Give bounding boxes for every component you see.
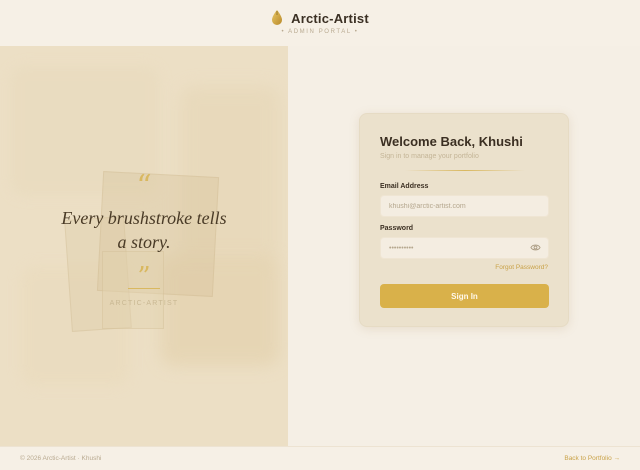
site-header: Arctic-Artist • ADMIN PORTAL • [0,0,640,46]
quote-line: a story. [117,232,171,252]
quote-divider [128,288,160,289]
back-to-portfolio-link[interactable]: Back to Portfolio → [564,455,620,462]
canvas-shape [102,251,164,329]
forgot-password-link[interactable]: Forgot Password? [495,264,548,271]
email-field[interactable] [380,195,549,217]
quote-author: ARCTIC-ARTIST [109,300,179,307]
brand-name: Arctic-Artist [291,10,369,26]
password-label: Password [380,225,414,232]
email-label: Email Address [380,183,429,190]
open-quote-mark: “ [136,169,152,204]
login-title: Welcome Back, Khushi [380,134,523,149]
title-divider [405,170,525,171]
site-footer: © 2026 Arctic-Artist · Khushi Back to Po… [0,446,640,470]
brand-subtitle: • ADMIN PORTAL • [281,29,359,35]
copyright-text: © 2026 Arctic-Artist · Khushi [20,455,102,462]
login-card: Welcome Back, Khushi Sign in to manage y… [359,113,569,327]
quote-line: Every brushstroke tells [61,208,227,228]
close-quote-mark: ” [137,262,151,292]
eye-icon[interactable] [530,242,541,253]
art-panel: “ Every brushstroke tells a story. ” ARC… [0,46,288,446]
password-field[interactable] [380,237,549,259]
brand[interactable]: Arctic-Artist [0,10,640,26]
art-quote: Every brushstroke tells a story. [0,206,288,254]
login-subtitle: Sign in to manage your portfolio [380,153,479,160]
gold-drop-icon [272,10,283,25]
sign-in-button[interactable]: Sign In [380,284,549,308]
